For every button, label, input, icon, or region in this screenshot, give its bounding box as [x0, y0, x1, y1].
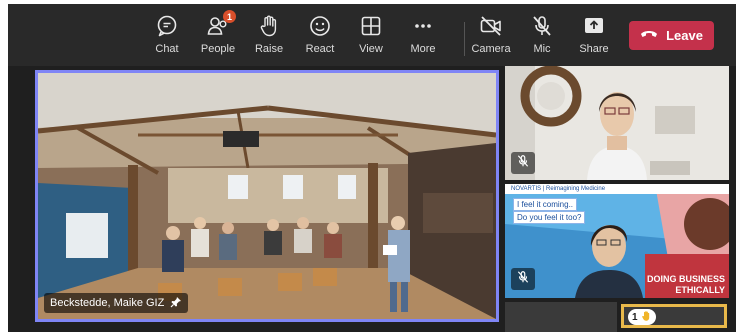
people-icon: 1 — [206, 10, 236, 38]
side-video-tile-2[interactable]: NOVARTIS | Reimagining Medicine I feel i… — [505, 184, 729, 298]
chat-label: Chat — [155, 43, 179, 55]
phone-hangup-icon — [640, 28, 658, 43]
muted-indicator-2 — [511, 268, 535, 290]
share-icon — [582, 14, 606, 38]
side-video-tile-3[interactable] — [505, 302, 617, 332]
people-label: People — [200, 43, 236, 55]
view-label: View — [359, 43, 383, 55]
main-video-tile[interactable]: Beckstedde, Maike GIZ — [35, 70, 499, 322]
slide-banner-line-2: ETHICALLY — [675, 285, 725, 295]
react-label: React — [305, 43, 335, 55]
participant-name: Beckstedde, Maike GIZ — [50, 297, 165, 309]
raised-hand-count-value: 1 — [632, 311, 638, 323]
people-count-badge: 1 — [223, 10, 236, 23]
chat-icon — [155, 14, 179, 38]
pin-icon[interactable] — [170, 296, 182, 311]
camera-label: Camera — [471, 43, 511, 55]
chat-button[interactable]: Chat — [139, 14, 195, 60]
smile-icon — [308, 14, 332, 38]
mic-button[interactable]: Mic — [514, 14, 570, 60]
side-video-tile-1[interactable] — [505, 66, 729, 180]
participant-name-tag: Beckstedde, Maike GIZ — [44, 293, 189, 313]
grid-icon — [359, 14, 383, 38]
camera-button[interactable]: Camera — [463, 14, 519, 60]
react-button[interactable]: React — [292, 14, 348, 60]
slide-banner: DOING BUSINESS ETHICALLY — [647, 274, 725, 296]
view-button[interactable]: View — [343, 14, 399, 60]
mic-label: Mic — [533, 43, 551, 55]
slide-line-2: Do you feel it too? — [513, 211, 586, 224]
more-label: More — [410, 43, 436, 55]
muted-indicator-1 — [511, 152, 535, 174]
people-button[interactable]: 1 People — [190, 10, 246, 60]
mic-off-icon — [516, 154, 530, 173]
ellipsis-icon — [411, 14, 435, 38]
conference-room-video — [38, 73, 496, 319]
slide-line-1: I feel it coming.. — [513, 198, 578, 211]
meeting-toolbar: Chat 1 People Raise React View More Came… — [8, 4, 736, 66]
raised-hands-tile[interactable]: 1 — [621, 304, 727, 328]
leave-label: Leave — [666, 28, 703, 43]
mic-off-icon — [530, 14, 554, 38]
raise-label: Raise — [254, 43, 284, 55]
participant-video-1 — [505, 66, 729, 180]
slide-banner-line-1: DOING BUSINESS — [646, 274, 725, 284]
leave-button[interactable]: Leave — [629, 21, 714, 50]
teams-meeting-window: Chat 1 People Raise React View More Came… — [8, 4, 736, 332]
video-stage: Beckstedde, Maike GIZ NOVARTIS | Reimagi… — [8, 66, 736, 332]
raise-hand-button[interactable]: Raise — [241, 14, 297, 60]
camera-off-icon — [479, 14, 503, 38]
mic-off-icon — [516, 270, 530, 289]
raised-hand-count: 1 — [628, 309, 656, 325]
raised-hand-icon — [640, 310, 652, 325]
slide-header: NOVARTIS | Reimagining Medicine — [505, 184, 729, 194]
hand-icon — [257, 14, 281, 38]
share-button[interactable]: Share — [566, 14, 622, 60]
more-button[interactable]: More — [395, 14, 451, 60]
share-label: Share — [579, 43, 609, 55]
